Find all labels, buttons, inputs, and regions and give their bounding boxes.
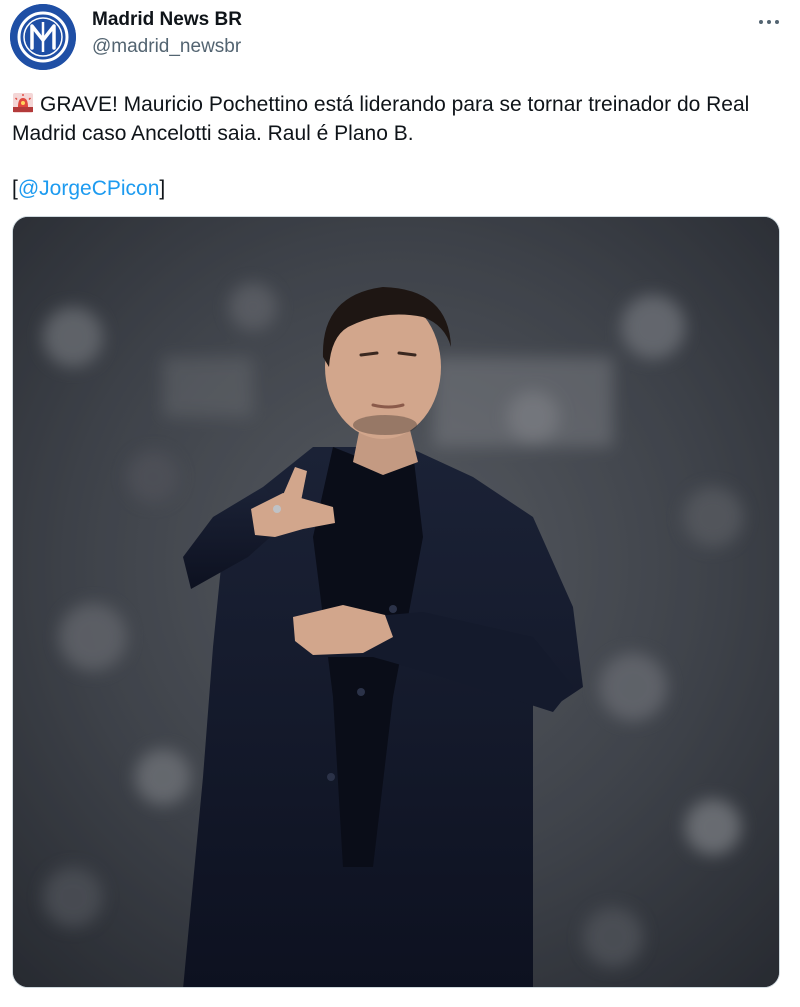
more-horizontal-icon	[759, 20, 779, 24]
author-display-name[interactable]: Madrid News BR	[92, 8, 242, 32]
madrid-news-logo-icon	[10, 4, 76, 70]
source-bracket-close: ]	[159, 177, 166, 200]
tweet-body: GRAVE! Mauricio Pochettino está liderand…	[12, 93, 750, 145]
tweet-footer-divider	[0, 990, 800, 1007]
tweet-text-line: GRAVE! Mauricio Pochettino está liderand…	[12, 90, 782, 148]
avatar[interactable]	[10, 4, 76, 70]
tweet-card: Madrid News BR @madrid_newsbr GRAVE! Mau…	[0, 0, 800, 1007]
tweet-photo[interactable]	[12, 216, 780, 988]
siren-emoji-icon	[13, 93, 33, 113]
author-names: Madrid News BR @madrid_newsbr	[92, 8, 242, 60]
coach-pointing-photo	[13, 217, 779, 987]
tweet-header: Madrid News BR @madrid_newsbr	[10, 4, 790, 70]
more-options-button[interactable]	[754, 10, 784, 34]
author-handle[interactable]: @madrid_newsbr	[92, 34, 242, 60]
mention-link[interactable]: @JorgeCPicon	[18, 177, 160, 200]
source-line: [@JorgeCPicon]	[12, 174, 782, 203]
tweet-text: GRAVE! Mauricio Pochettino está liderand…	[12, 90, 782, 203]
